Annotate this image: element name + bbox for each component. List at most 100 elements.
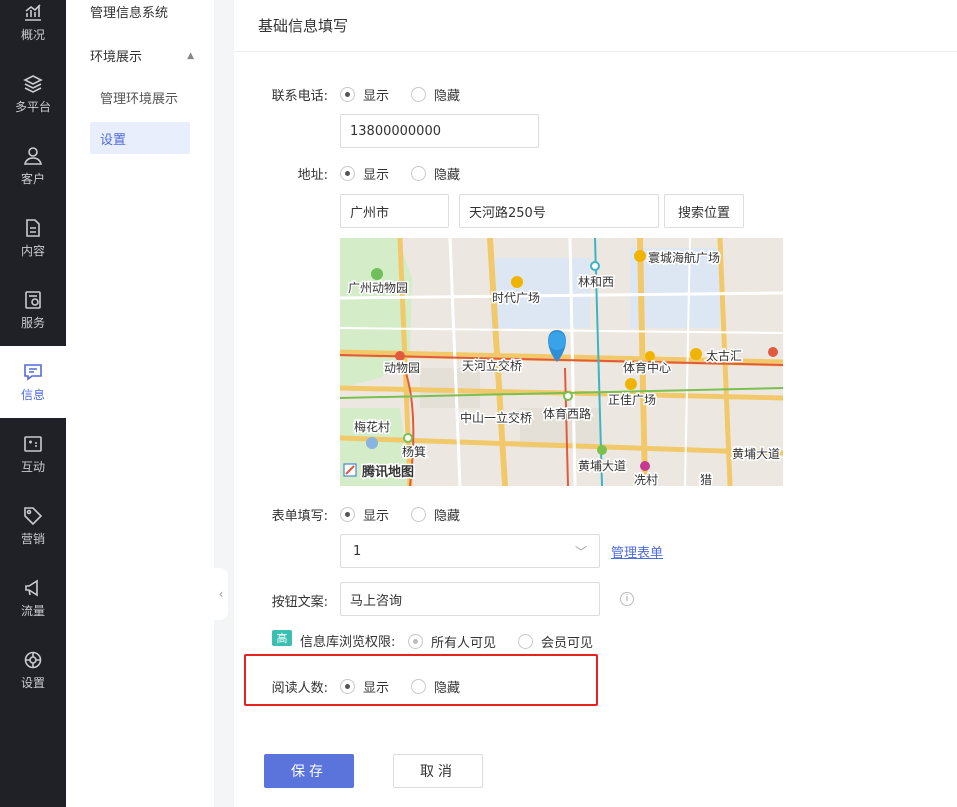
manage-form-link[interactable]: 管理表单	[611, 542, 663, 561]
chevron-left-icon: ‹	[218, 587, 224, 601]
gear-icon	[24, 651, 42, 668]
form-fill-visibility-radios: 显示 隐藏	[340, 505, 482, 524]
map-label: 梅花村	[354, 419, 390, 434]
map-label: 杨箕	[402, 444, 426, 459]
map-label: 太古汇	[706, 348, 742, 363]
map-label: 猎	[700, 473, 712, 486]
rail-label: 服务	[20, 315, 45, 330]
premium-badge: 高	[272, 630, 292, 646]
map-label: 天河立交桥	[462, 358, 522, 373]
main-panel: 基础信息填写 联系电话: 显示 隐藏 13800000000 地址: 显示 隐藏…	[234, 0, 957, 807]
map-label: 黄埔大道	[732, 447, 780, 461]
rail-item-marketing[interactable]: 营销	[0, 490, 66, 562]
rail-label: 流量	[20, 603, 45, 618]
form-hide-radio[interactable]: 隐藏	[411, 505, 460, 524]
rail-label: 互动	[20, 459, 45, 474]
layers-icon	[23, 74, 43, 93]
permission-members-radio[interactable]: 会员可见	[518, 632, 593, 651]
rail-label: 多平台	[14, 99, 51, 114]
primary-nav-rail: 概况 多平台 客户 内容 服务 信息 互动 营销 流量 设置	[0, 0, 66, 807]
phone-show-radio[interactable]: 显示	[340, 85, 389, 104]
subnav-item-manage-system[interactable]: 管理信息系统	[90, 2, 168, 21]
radio-dot	[411, 166, 427, 181]
rail-item-multiplatform[interactable]: 多平台	[0, 58, 66, 130]
form-show-radio[interactable]: 显示	[340, 505, 389, 524]
read-count-radios: 显示 隐藏	[340, 677, 482, 696]
address-visibility-radios: 显示 隐藏	[340, 164, 482, 183]
phone-hide-radio[interactable]: 隐藏	[411, 85, 460, 104]
collapse-sidebar-handle[interactable]: ‹	[214, 568, 228, 620]
radio-dot	[408, 634, 423, 649]
page-title: 基础信息填写	[234, 0, 957, 52]
user-icon	[23, 146, 43, 165]
map-label: 寰城海航广场	[648, 250, 720, 265]
document-icon	[26, 218, 40, 237]
megaphone-icon	[25, 579, 38, 596]
read-count-hide-radio[interactable]: 隐藏	[411, 677, 460, 696]
map-label: 冼村	[634, 473, 658, 486]
radio-label: 隐藏	[434, 681, 461, 696]
map-label: 时代广场	[492, 291, 540, 305]
map-label: 中山一立交桥	[460, 410, 532, 425]
rail-label: 营销	[20, 531, 45, 546]
radio-label: 显示	[363, 168, 390, 183]
map-label: 体育中心	[623, 360, 671, 375]
rail-item-content[interactable]: 内容	[0, 202, 66, 274]
radio-label: 显示	[363, 681, 390, 696]
radio-label: 隐藏	[434, 89, 461, 104]
map-brand: 腾讯地图	[361, 464, 414, 480]
city-input[interactable]: 广州市	[340, 194, 449, 228]
subnav-section-label: 环境展示	[90, 50, 143, 65]
radio-label: 所有人可见	[431, 636, 497, 651]
read-count-label: 阅读人数:	[271, 681, 328, 696]
radio-label: 显示	[363, 89, 390, 104]
rail-label: 概况	[20, 27, 45, 42]
map-label: 黄埔大道	[578, 459, 626, 473]
form-fill-label: 表单填写:	[271, 509, 328, 524]
cancel-button[interactable]: 取消	[393, 754, 483, 788]
rail-item-traffic[interactable]: 流量	[0, 562, 66, 634]
button-text-input[interactable]: 马上咨询	[340, 582, 600, 616]
permission-radios: 所有人可见 会员可见	[408, 632, 615, 651]
rail-item-settings[interactable]: 设置	[0, 634, 66, 706]
subnav-section-environment[interactable]: 环境展示 ▲	[90, 46, 194, 65]
rail-label: 客户	[20, 171, 45, 186]
form-select[interactable]: 1 ﹀	[340, 534, 600, 568]
rail-item-service[interactable]: 服务	[0, 274, 66, 346]
rail-label: 设置	[20, 675, 45, 690]
map-view[interactable]: 广州动物园 时代广场 林和西 寰城海航广场 动物园 天河立交桥 体育中心 太古汇…	[340, 238, 783, 486]
rail-item-info[interactable]: 信息	[0, 346, 66, 418]
rail-label: 信息	[20, 387, 45, 402]
radio-dot	[411, 507, 427, 522]
address-show-radio[interactable]: 显示	[340, 164, 389, 183]
street-input[interactable]: 天河路250号	[459, 194, 659, 228]
chevron-up-icon: ▲	[187, 50, 194, 61]
subnav-item-manage-environment[interactable]: 管理环境展示	[100, 88, 178, 107]
rail-item-overview[interactable]: 概况	[0, 0, 66, 58]
tag-icon	[24, 506, 43, 525]
rail-item-customers[interactable]: 客户	[0, 130, 66, 202]
save-button[interactable]: 保存	[264, 754, 354, 788]
subnav-item-settings[interactable]: 设置	[90, 122, 190, 154]
phone-input[interactable]: 13800000000	[340, 114, 539, 148]
secondary-nav: 管理信息系统 环境展示 ▲ 管理环境展示 设置	[66, 0, 214, 807]
map-canvas: 广州动物园 时代广场 林和西 寰城海航广场 动物园 天河立交桥 体育中心 太古汇…	[340, 238, 783, 486]
message-icon	[24, 363, 42, 381]
chart-icon	[25, 3, 41, 21]
address-label: 地址:	[297, 168, 328, 183]
radio-dot	[518, 634, 534, 649]
radio-dot	[340, 166, 355, 181]
radio-dot	[411, 679, 427, 694]
interaction-icon	[24, 435, 42, 452]
read-count-show-radio[interactable]: 显示	[340, 677, 389, 696]
search-location-button[interactable]: 搜索位置	[664, 194, 744, 228]
map-label: 林和西	[578, 275, 614, 289]
map-label: 正佳广场	[608, 393, 656, 407]
permission-label: 信息库浏览权限:	[300, 635, 396, 650]
permission-all-radio[interactable]: 所有人可见	[408, 632, 496, 651]
rail-label: 内容	[20, 243, 45, 258]
service-icon	[25, 290, 41, 309]
address-hide-radio[interactable]: 隐藏	[411, 164, 460, 183]
info-icon[interactable]: i	[620, 592, 634, 606]
rail-item-interaction[interactable]: 互动	[0, 418, 66, 490]
